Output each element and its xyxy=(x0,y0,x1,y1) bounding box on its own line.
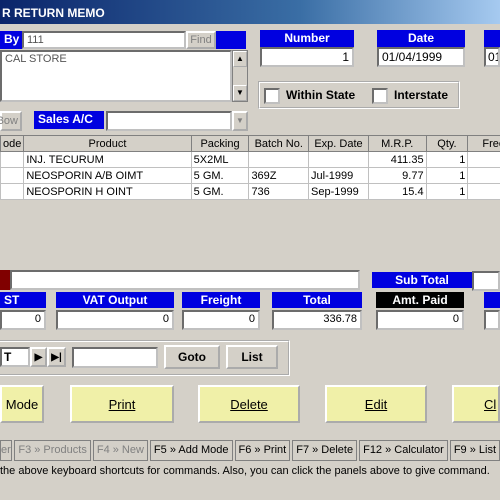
shortcut-bar: er F3 » Products F4 » New F5 » Add Mode … xyxy=(0,440,500,461)
within-state-check-icon[interactable] xyxy=(264,87,280,104)
edit-button[interactable]: Edit xyxy=(325,385,427,423)
extra-total-value[interactable] xyxy=(484,310,500,330)
total-label: Total xyxy=(272,292,362,308)
table-row[interactable]: INJ. TECURUM 5X2ML 411.35 1 xyxy=(0,151,500,168)
shortcut-add-mode[interactable]: F5 » Add Mode xyxy=(149,440,233,461)
shortcut-new[interactable]: F4 » New xyxy=(92,440,148,461)
col-free[interactable]: Free xyxy=(467,135,500,152)
interstate-check-icon[interactable] xyxy=(372,87,388,104)
col-batch[interactable]: Batch No. xyxy=(248,135,310,152)
sales-ac-label: Sales A/C xyxy=(34,111,104,129)
extra-input[interactable]: 01\ xyxy=(484,47,500,67)
cell-code[interactable] xyxy=(0,151,25,168)
interstate-checkbox[interactable]: Interstate xyxy=(372,86,448,104)
scroll-down-icon[interactable]: ▼ xyxy=(233,85,247,101)
scroll-up-icon[interactable]: ▲ xyxy=(233,51,247,67)
cell-free[interactable] xyxy=(467,183,500,200)
cell-qty[interactable]: 1 xyxy=(425,151,469,168)
party-textarea[interactable]: CAL STORE xyxy=(0,50,232,102)
cell-mrp[interactable]: 9.77 xyxy=(367,167,427,184)
items-grid: ode Product Packing Batch No. Exp. Date … xyxy=(0,135,500,251)
col-packing[interactable]: Packing xyxy=(190,135,250,152)
cell-product[interactable]: NEOSPORIN A/B OIMT xyxy=(23,167,192,184)
freight-value[interactable]: 0 xyxy=(182,310,260,330)
freight-label: Freight xyxy=(182,292,260,308)
amt-paid-label: Amt. Paid xyxy=(376,292,464,308)
cell-batch[interactable]: 736 xyxy=(248,183,310,200)
list-button[interactable]: List xyxy=(226,345,278,369)
cell-exp-date[interactable]: Sep-1999 xyxy=(308,183,369,200)
shortcut-list[interactable]: F9 » List xyxy=(449,440,500,461)
cell-batch[interactable] xyxy=(248,151,310,168)
cell-code[interactable] xyxy=(0,167,25,184)
record-field[interactable]: T xyxy=(0,347,30,367)
cell-product[interactable]: NEOSPORIN H OINT xyxy=(23,183,192,200)
number-input[interactable]: 1 xyxy=(260,47,354,67)
sales-ac-dropdown-icon[interactable]: ▼ xyxy=(232,111,248,131)
within-state-checkbox[interactable]: Within State xyxy=(264,86,355,104)
cell-mrp[interactable]: 15.4 xyxy=(367,183,427,200)
mode-button[interactable]: Mode xyxy=(0,385,44,423)
print-button[interactable]: Print xyxy=(70,385,174,423)
cell-product[interactable]: INJ. TECURUM xyxy=(23,151,192,168)
window-title: R RETURN MEMO xyxy=(0,0,500,24)
close-button[interactable]: Cl xyxy=(452,385,500,423)
col-qty[interactable]: Qty. xyxy=(425,135,469,152)
by-label: By xyxy=(0,31,22,49)
cell-packing[interactable]: 5 GM. xyxy=(190,183,250,200)
status-bar: the above keyboard shortcuts for command… xyxy=(0,465,490,477)
extra-total-label xyxy=(484,292,500,308)
cell-exp-date[interactable]: Jul-1999 xyxy=(308,167,369,184)
shortcut-calculator[interactable]: F12 » Calculator xyxy=(359,440,448,461)
cell-exp-date[interactable] xyxy=(308,151,369,168)
cell-free[interactable] xyxy=(467,151,500,168)
total-value: 336.78 xyxy=(272,310,362,330)
shortcut-partial[interactable]: er xyxy=(0,440,13,461)
table-row[interactable]: NEOSPORIN A/B OIMT 5 GM. 369Z Jul-1999 9… xyxy=(0,167,500,184)
st-value[interactable]: 0 xyxy=(0,310,46,330)
remarks-marker xyxy=(0,270,10,290)
by-label-end xyxy=(216,31,246,49)
cell-mrp[interactable]: 411.35 xyxy=(367,151,427,168)
date-label: Date xyxy=(377,30,465,47)
st-label: ST xyxy=(0,292,46,308)
extra-label xyxy=(484,30,500,47)
party-scrollbar[interactable]: ▲ ▼ xyxy=(232,50,248,102)
col-mrp[interactable]: M.R.P. xyxy=(367,135,427,152)
vat-output-value[interactable]: 0 xyxy=(56,310,174,330)
cell-batch[interactable]: 369Z xyxy=(248,167,310,184)
col-product[interactable]: Product xyxy=(23,135,192,152)
delete-button[interactable]: Delete xyxy=(198,385,300,423)
cell-packing[interactable]: 5X2ML xyxy=(190,151,250,168)
number-label: Number xyxy=(260,30,354,47)
grid-header-row: ode Product Packing Batch No. Exp. Date … xyxy=(0,135,500,152)
table-row[interactable]: NEOSPORIN H OINT 5 GM. 736 Sep-1999 15.4… xyxy=(0,183,500,200)
sub-total-label: Sub Total xyxy=(372,272,472,288)
next-record-icon[interactable]: ▶ xyxy=(30,347,47,367)
col-code[interactable]: ode xyxy=(0,135,25,152)
sub-total-value xyxy=(472,271,500,291)
sales-ac-select[interactable] xyxy=(106,111,232,131)
date-input[interactable]: 01/04/1999 xyxy=(377,47,465,67)
col-exp-date[interactable]: Exp. Date xyxy=(308,135,369,152)
shortcut-delete[interactable]: F7 » Delete xyxy=(292,440,358,461)
last-record-icon[interactable]: ▶| xyxy=(47,347,66,367)
goto-input[interactable] xyxy=(72,347,158,368)
vat-output-label: VAT Output xyxy=(56,292,174,308)
amt-paid-value[interactable]: 0 xyxy=(376,310,464,330)
find-button[interactable]: Find xyxy=(186,31,216,49)
shortcut-products[interactable]: F3 » Products xyxy=(14,440,91,461)
cell-code[interactable] xyxy=(0,183,25,200)
bow-button[interactable]: Bow xyxy=(0,111,22,131)
goto-button[interactable]: Goto xyxy=(164,345,220,369)
remarks-input[interactable] xyxy=(10,270,360,290)
cell-free[interactable] xyxy=(467,167,500,184)
cell-packing[interactable]: 5 GM. xyxy=(190,167,250,184)
by-input[interactable]: 111 xyxy=(22,31,186,49)
cell-qty[interactable]: 1 xyxy=(425,183,469,200)
shortcut-print[interactable]: F6 » Print xyxy=(234,440,291,461)
cell-qty[interactable]: 1 xyxy=(425,167,469,184)
